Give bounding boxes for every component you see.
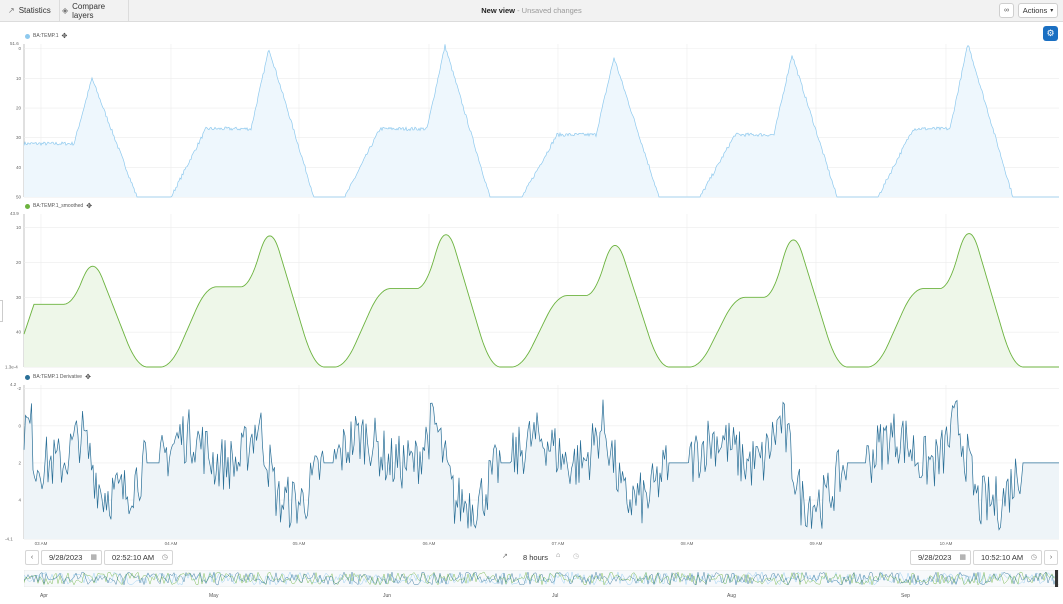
legend-label: BA:TEMP.1_smoothed	[33, 203, 84, 209]
x-tick-label: 05 AM	[293, 541, 306, 545]
actions-dropdown[interactable]: Actions ▾	[1018, 3, 1058, 18]
y-top-label: 4.2	[10, 382, 17, 387]
legend-label: BA:TEMP.1	[33, 33, 59, 39]
period-value[interactable]: 8 hours	[523, 550, 548, 565]
series-area	[24, 399, 1059, 539]
calendar-icon[interactable]: ▦	[959, 553, 966, 561]
chevron-left-icon: ‹	[30, 554, 34, 561]
move-icon[interactable]: ✥	[85, 373, 91, 381]
unsaved-status: - Unsaved changes	[515, 6, 582, 15]
link-icon: ∞	[1004, 7, 1009, 14]
start-date-value: 9/28/2023	[49, 553, 83, 562]
x-tick-label: 04 AM	[165, 541, 178, 545]
y-top-label: 51.6	[10, 41, 19, 46]
x-tick-label: 09 AM	[810, 541, 823, 545]
embed-button[interactable]: ∞	[999, 3, 1014, 18]
x-tick-label: 06 AM	[423, 541, 436, 545]
gear-icon: ⚙	[1046, 28, 1055, 38]
overview-month-label: May	[209, 593, 219, 599]
time-range-bar: ‹ 9/28/2023 ▦ 02:52:10 AM ◷ ↗ 8 hours ⌂ …	[0, 549, 1063, 567]
start-time-field[interactable]: 02:52:10 AM ◷	[104, 550, 173, 565]
calendar-icon[interactable]: ▦	[90, 553, 97, 561]
y-bottom-label: -4.1	[5, 537, 13, 542]
y-bottom-label: 1.3e-4	[5, 365, 18, 370]
end-date-value: 9/28/2023	[918, 553, 952, 562]
top-toolbar: ↗ Statistics ◈ Compare layers New view -…	[0, 0, 1063, 22]
legend-temp[interactable]: BA:TEMP.1 ✥	[25, 31, 68, 41]
move-icon[interactable]: ✥	[61, 32, 67, 40]
timeseries-charts[interactable]: 5040302010051.64030201043.91.3e-4420-24.…	[0, 40, 1063, 545]
series-color-dot	[25, 203, 30, 209]
clock-icon[interactable]: ◷	[162, 553, 168, 561]
series-color-dot	[25, 33, 30, 39]
overview-selection-handle	[1055, 570, 1058, 587]
overview-navigator[interactable]	[24, 570, 1059, 587]
y-tick-label: 50	[16, 195, 22, 200]
x-tick-label: 08 AM	[681, 541, 694, 545]
end-date-field[interactable]: 9/28/2023 ▦	[910, 550, 971, 565]
move-icon[interactable]: ✥	[86, 202, 92, 210]
panel-resize-handle[interactable]	[0, 300, 3, 322]
settings-gear-button[interactable]: ⚙	[1043, 26, 1058, 41]
chevron-down-icon: ▾	[1050, 8, 1054, 14]
y-tick-label: 0	[18, 46, 21, 51]
legend-temp-derivative[interactable]: BA:TEMP.1 Derivative ✥	[25, 372, 91, 382]
x-tick-label: 07 AM	[552, 541, 565, 545]
series-area	[24, 44, 1059, 197]
start-time-value: 02:52:10 AM	[112, 553, 155, 562]
y-tick-label: 10	[16, 76, 22, 81]
actions-label: Actions	[1022, 6, 1048, 15]
view-title: New view - Unsaved changes	[0, 6, 1063, 15]
y-tick-label: 4	[18, 498, 21, 503]
start-date-field[interactable]: 9/28/2023 ▦	[41, 550, 102, 565]
clock-icon[interactable]: ◷	[573, 552, 579, 560]
x-tick-label: 10 AM	[940, 541, 953, 545]
range-forward-button[interactable]: ›	[1044, 550, 1058, 565]
lock-icon[interactable]: ⌂	[556, 552, 560, 559]
end-time-field[interactable]: 10:52:10 AM ◷	[973, 550, 1042, 565]
y-tick-label: 40	[16, 165, 22, 170]
overview-month-label: Apr	[40, 593, 48, 599]
y-tick-label: 40	[16, 330, 22, 335]
overview-month-labels: Apr May Jun Jul Aug Sep	[0, 593, 1063, 603]
y-tick-label: -2	[17, 386, 21, 391]
overview-month-label: Jun	[383, 593, 392, 599]
y-tick-label: 10	[16, 225, 22, 230]
x-tick-label: 03 AM	[35, 541, 48, 545]
legend-temp-smoothed[interactable]: BA:TEMP.1_smoothed ✥	[25, 201, 93, 211]
view-name: New view	[481, 6, 516, 15]
range-back-button[interactable]: ‹	[25, 550, 39, 565]
chart-panel-2: 40 30 20 10 43.9 1.3e-4	[5, 211, 1059, 370]
chevron-right-icon: ›	[1049, 554, 1053, 561]
series-color-dot	[25, 374, 30, 380]
legend-label: BA:TEMP.1 Derivative	[33, 374, 83, 380]
overview-month-label: Jul	[552, 593, 559, 599]
chart-panel-1: 50 40 30 20 10 051.6	[10, 41, 1059, 200]
end-time-value: 10:52:10 AM	[981, 553, 1024, 562]
chart-panel-3: 4 2 0 -24.2 -4.1	[5, 382, 1059, 542]
y-tick-label: 2	[18, 460, 21, 465]
y-top-label: 43.9	[10, 211, 19, 216]
chart-type-icon[interactable]: ↗	[502, 552, 508, 560]
y-tick-label: 30	[16, 295, 22, 300]
x-axis-labels: 03 AM 04 AM 05 AM 06 AM 07 AM 08 AM 09 AM 10 AM	[35, 541, 953, 545]
clock-icon[interactable]: ◷	[1031, 553, 1037, 561]
y-tick-label: 20	[16, 260, 22, 265]
overview-month-label: Sep	[901, 593, 910, 599]
y-tick-label: 20	[16, 106, 22, 111]
y-tick-label: 30	[16, 135, 22, 140]
overview-background	[24, 570, 1059, 587]
overview-month-label: Aug	[727, 593, 736, 599]
y-tick-label: 0	[18, 423, 21, 428]
